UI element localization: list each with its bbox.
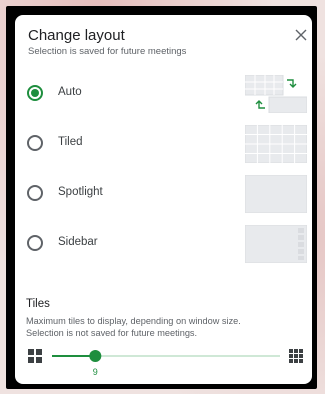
- layout-option-sidebar[interactable]: Sidebar: [26, 225, 307, 265]
- slider-thumb: [89, 350, 102, 362]
- tiles-title: Tiles: [26, 298, 50, 310]
- option-label-auto: Auto: [58, 86, 82, 98]
- change-layout-dialog: Change layout Selection is saved for fut…: [15, 15, 312, 384]
- dialog-subtitle: Selection is saved for future meetings: [28, 46, 187, 57]
- tiled-layout-icon: [245, 125, 307, 163]
- tiles-slider[interactable]: 9: [52, 343, 280, 377]
- tiles-description-line1: Maximum tiles to display, depending on w…: [26, 316, 241, 326]
- radio-auto[interactable]: [27, 85, 43, 101]
- tiles-description-line2: Selection is not saved for future meetin…: [26, 328, 198, 338]
- few-tiles-icon: [28, 349, 42, 363]
- option-label-spotlight: Spotlight: [58, 186, 103, 198]
- auto-layout-icon: [245, 75, 307, 113]
- radio-spotlight[interactable]: [27, 185, 43, 201]
- spotlight-layout-icon: [245, 175, 307, 213]
- option-label-sidebar: Sidebar: [58, 236, 98, 248]
- radio-sidebar[interactable]: [27, 235, 43, 251]
- tiles-slider-row: 9: [15, 343, 312, 383]
- radio-tiled[interactable]: [27, 135, 43, 151]
- sidebar-layout-icon: [245, 225, 307, 263]
- dialog-title: Change layout: [28, 27, 125, 44]
- layout-option-tiled[interactable]: Tiled: [26, 125, 307, 165]
- slider-track-svg: [52, 350, 280, 362]
- many-tiles-icon: [289, 349, 303, 363]
- layout-option-auto[interactable]: Auto: [26, 75, 307, 115]
- option-label-tiled: Tiled: [58, 136, 83, 148]
- layout-option-spotlight[interactable]: Spotlight: [26, 175, 307, 215]
- slider-value-label: 9: [92, 367, 98, 377]
- tiles-description: Maximum tiles to display, depending on w…: [26, 315, 312, 339]
- close-icon: [295, 29, 307, 41]
- close-button[interactable]: [291, 25, 311, 45]
